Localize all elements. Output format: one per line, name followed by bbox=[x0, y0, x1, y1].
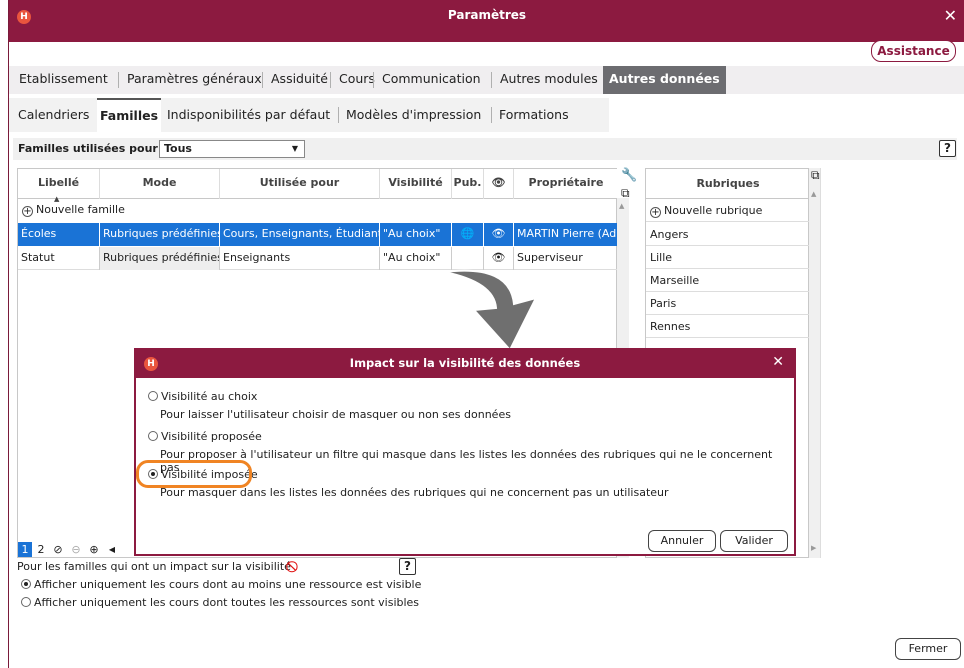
list-item[interactable]: Marseille bbox=[646, 269, 810, 292]
arrow-graphic bbox=[443, 269, 538, 352]
grid-header: Libellé ▲ Mode Utilisée pour Visibilité P… bbox=[18, 169, 618, 203]
eye-icon: 👁 bbox=[491, 176, 506, 189]
assistance-button[interactable]: Assistance bbox=[871, 40, 956, 62]
radio-unselected[interactable] bbox=[148, 391, 158, 401]
col-proprietaire[interactable]: Propriétaire bbox=[514, 169, 618, 199]
tab-calendriers[interactable]: Calendriers bbox=[18, 98, 89, 132]
hide-icon[interactable]: ⊘ bbox=[51, 542, 65, 557]
cell-visibilite[interactable]: "Au choix" bbox=[380, 223, 452, 246]
filter-bar: Familles utilisées pour Tous ▼ bbox=[13, 138, 957, 160]
radio-option-1[interactable]: Afficher uniquement les cours dont au mo… bbox=[21, 578, 421, 591]
list-item[interactable]: Lille bbox=[646, 246, 810, 269]
radio-unselected[interactable] bbox=[21, 597, 31, 607]
rubriques-header: Rubriques bbox=[646, 169, 810, 199]
zoom-in-icon[interactable]: ⊕ bbox=[87, 542, 101, 557]
col-eye[interactable]: 👁 bbox=[484, 169, 514, 199]
cell-mode: Rubriques prédéfinies bbox=[100, 247, 220, 270]
zoom-out-icon[interactable]: ⊖ bbox=[69, 542, 83, 557]
scroll-right-icon[interactable]: ▶ bbox=[811, 544, 816, 552]
page-2[interactable]: 2 bbox=[34, 542, 48, 557]
option-visibilite-au-choix[interactable]: Visibilité au choix bbox=[148, 390, 257, 403]
dialog-title-bar: H Impact sur la visibilité des données ✕ bbox=[136, 350, 794, 378]
help-icon[interactable]: ? bbox=[399, 558, 416, 575]
scroll-up-icon[interactable]: ▲ bbox=[811, 190, 816, 198]
col-pub[interactable]: Pub. bbox=[452, 169, 484, 199]
radio-option-2-label: Afficher uniquement les cours dont toute… bbox=[34, 596, 420, 609]
tab-etablissement[interactable]: Etablissement bbox=[13, 66, 114, 94]
col-libelle[interactable]: Libellé ▲ bbox=[18, 169, 100, 203]
visibility-impact-dialog: H Impact sur la visibilité des données ✕… bbox=[134, 348, 796, 556]
filter-label: Familles utilisées pour bbox=[18, 142, 158, 155]
new-family-row[interactable]: + Nouvelle famille bbox=[22, 203, 125, 217]
impact-intro: Pour les familles qui ont un impact sur … bbox=[17, 560, 294, 574]
radio-unselected[interactable] bbox=[148, 431, 158, 441]
tab-formations[interactable]: Formations bbox=[499, 98, 569, 132]
new-rubrique-row[interactable]: + Nouvelle rubrique bbox=[646, 199, 810, 222]
sub-tabs: Calendriers Familles Indisponibilités pa… bbox=[9, 98, 609, 132]
cell-utilisee-pour: Cours, Enseignants, Étudiants bbox=[220, 223, 380, 246]
option-1-label: Visibilité au choix bbox=[161, 390, 258, 403]
chevron-down-icon: ▼ bbox=[291, 144, 298, 153]
table-row[interactable]: Écoles Rubriques prédéfinies Cours, Ense… bbox=[18, 223, 618, 246]
copy-icon[interactable]: ⧉ bbox=[811, 168, 820, 183]
fermer-button[interactable]: Fermer bbox=[895, 638, 961, 660]
col-utilisee-pour[interactable]: Utilisée pour bbox=[220, 169, 380, 199]
filter-value: Tous bbox=[164, 142, 192, 155]
globe-icon[interactable]: 🌐 bbox=[452, 223, 484, 246]
eye-icon[interactable]: 👁 bbox=[484, 223, 514, 246]
option-visibilite-proposee[interactable]: Visibilité proposée bbox=[148, 430, 262, 443]
close-icon[interactable]: ✕ bbox=[772, 354, 784, 370]
new-rubrique-label: Nouvelle rubrique bbox=[664, 204, 763, 217]
radio-option-2[interactable]: Afficher uniquement les cours dont toute… bbox=[21, 596, 419, 609]
impact-intro-text: Pour les familles qui ont un impact sur … bbox=[17, 560, 291, 573]
tab-indisponibilites[interactable]: Indisponibilités par défaut bbox=[167, 98, 330, 132]
cell-libelle: Statut bbox=[18, 247, 100, 270]
cell-libelle: Écoles bbox=[18, 223, 100, 246]
cell-proprietaire: MARTIN Pierre (Adr bbox=[514, 223, 618, 246]
cell-mode: Rubriques prédéfinies bbox=[100, 223, 220, 246]
scroll-left-icon[interactable]: ◀ bbox=[105, 542, 119, 557]
tab-autres-modules[interactable]: Autres modules bbox=[494, 66, 604, 94]
dialog-title: Impact sur la visibilité des données bbox=[349, 356, 581, 370]
tab-familles[interactable]: Familles bbox=[97, 98, 162, 132]
col-mode[interactable]: Mode bbox=[100, 169, 220, 199]
scroll-up-icon[interactable]: ▲ bbox=[619, 202, 624, 210]
tab-communication[interactable]: Communication bbox=[376, 66, 487, 94]
plus-icon: + bbox=[22, 206, 33, 217]
close-icon[interactable]: ✕ bbox=[944, 6, 957, 25]
title-bar: H Paramètres ✕ bbox=[9, 0, 964, 42]
new-family-label: Nouvelle famille bbox=[36, 203, 125, 216]
rubriques-scrollbar[interactable]: ▲ ▶ bbox=[809, 168, 821, 558]
tab-assiduite[interactable]: Assiduité bbox=[265, 66, 334, 94]
wrench-icon[interactable]: 🔧 bbox=[621, 168, 637, 183]
highlight-ring bbox=[136, 460, 252, 488]
cell-utilisee-pour: Enseignants bbox=[220, 247, 380, 270]
option-2-label: Visibilité proposée bbox=[161, 430, 262, 443]
familles-filter-select[interactable]: Tous ▼ bbox=[159, 140, 305, 158]
copy-icon[interactable]: ⧉ bbox=[621, 186, 630, 201]
valider-button[interactable]: Valider bbox=[720, 530, 788, 552]
tab-modeles-impression[interactable]: Modèles d'impression bbox=[346, 98, 481, 132]
option-1-desc: Pour laisser l'utilisateur choisir de ma… bbox=[160, 408, 511, 421]
tab-parametres-generaux[interactable]: Paramètres généraux bbox=[121, 66, 268, 94]
main-tabs: Etablissement Paramètres généraux Assidu… bbox=[9, 66, 964, 94]
page-1[interactable]: 1 bbox=[18, 542, 32, 557]
radio-selected[interactable] bbox=[21, 579, 31, 589]
plus-icon: + bbox=[650, 207, 661, 218]
window-title: Paramètres bbox=[447, 8, 527, 22]
radio-option-1-label: Afficher uniquement les cours dont au mo… bbox=[34, 578, 422, 591]
list-item[interactable]: Angers bbox=[646, 223, 810, 246]
help-icon[interactable]: ? bbox=[939, 140, 956, 157]
tab-autres-donnees[interactable]: Autres données bbox=[603, 66, 726, 94]
list-item[interactable]: Rennes bbox=[646, 315, 810, 338]
col-visibilite[interactable]: Visibilité bbox=[380, 169, 452, 199]
annuler-button[interactable]: Annuler bbox=[648, 530, 716, 552]
list-item[interactable]: Paris bbox=[646, 292, 810, 315]
